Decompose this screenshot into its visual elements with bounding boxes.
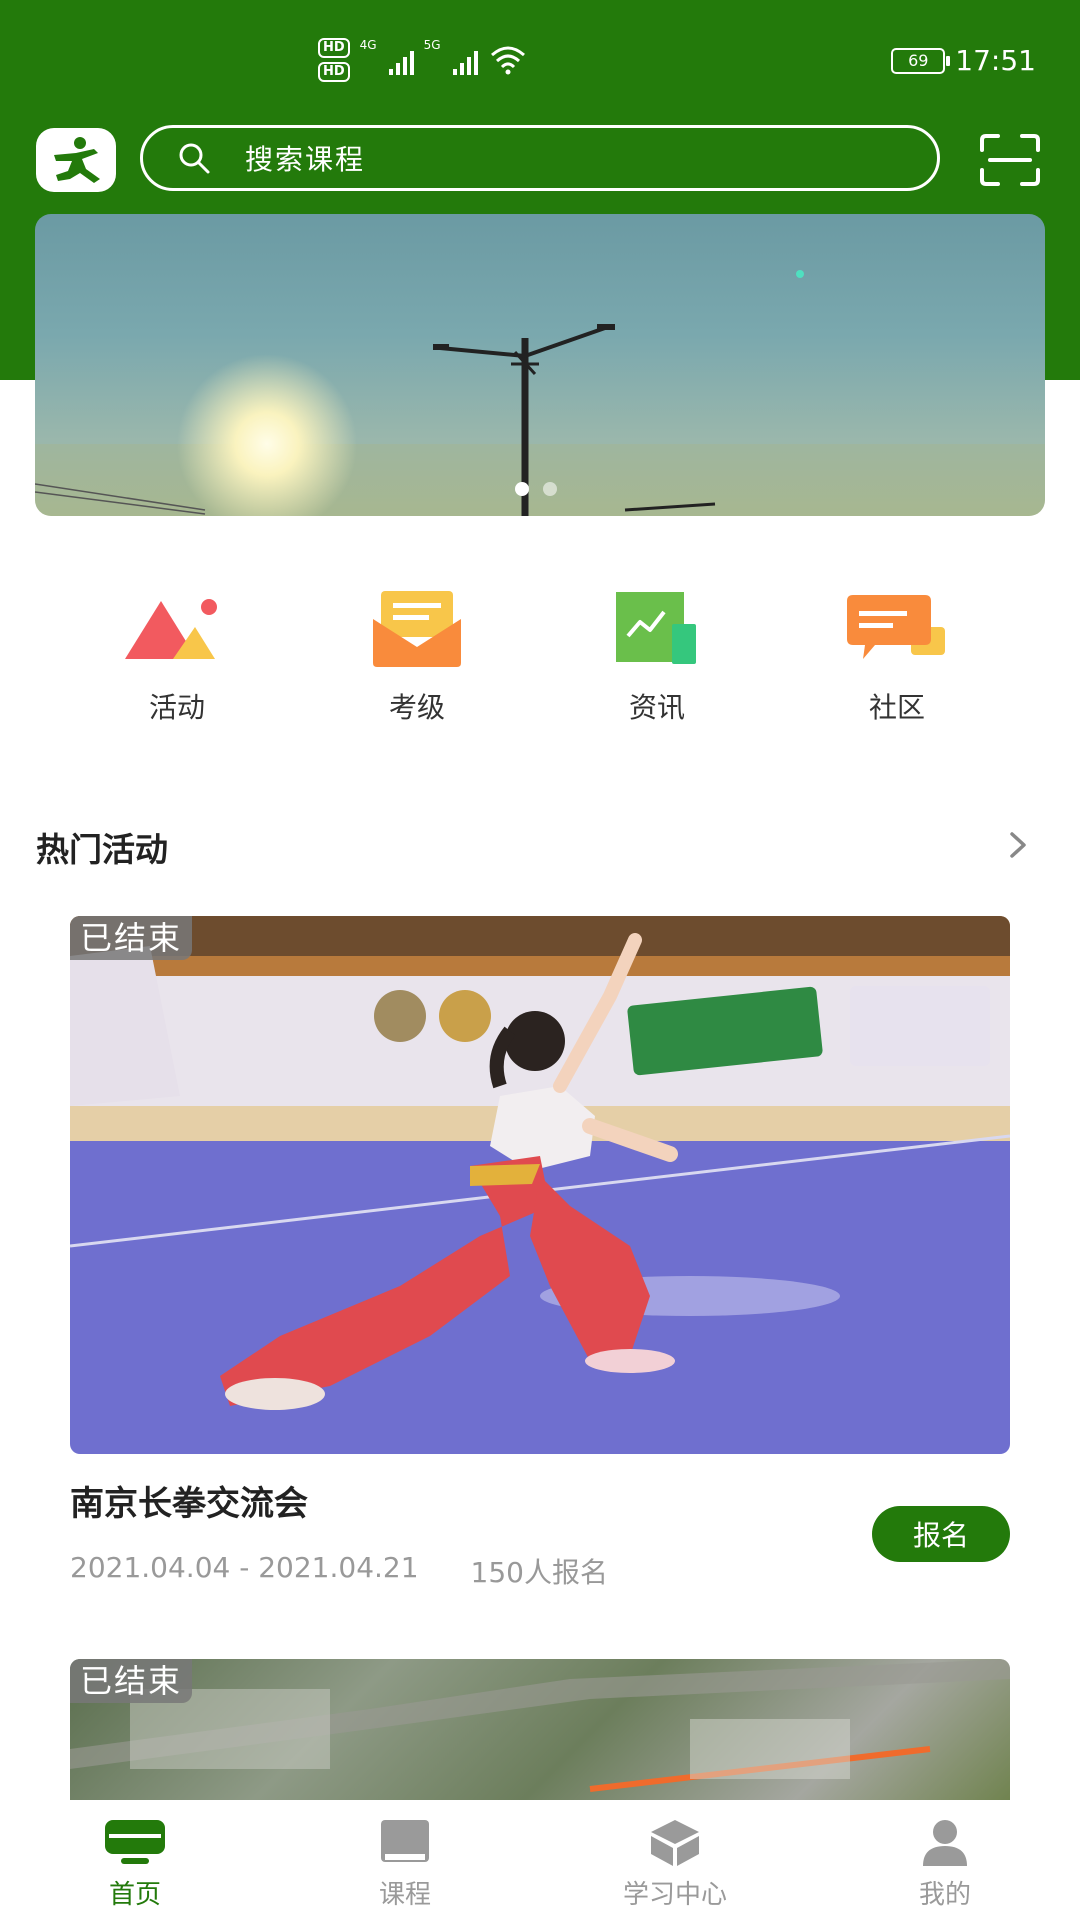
- home-icon: [105, 1820, 165, 1864]
- quick-item-activity[interactable]: 活动: [57, 588, 297, 726]
- martial-arts-photo: [70, 916, 1010, 1454]
- search-bar[interactable]: 搜索课程: [140, 125, 940, 191]
- hd-indicators: HD HD: [318, 38, 350, 82]
- chevron-right-icon: [1010, 832, 1026, 858]
- signal-icon: [452, 45, 478, 75]
- tab-learning-center[interactable]: 学习中心: [540, 1800, 810, 1920]
- carousel-dots: [515, 482, 557, 496]
- search-placeholder: 搜索课程: [245, 143, 366, 176]
- tab-label: 课程: [378, 1880, 431, 1910]
- activity-signup-count: 150人报名: [470, 1556, 608, 1589]
- tab-profile[interactable]: 我的: [810, 1800, 1080, 1920]
- wifi-icon: [490, 46, 525, 75]
- book-icon: [381, 1820, 429, 1862]
- carousel-dot[interactable]: [515, 482, 529, 496]
- status-badge: 已结束: [70, 916, 193, 960]
- battery-level: 69: [908, 50, 929, 70]
- hot-activities-title: 热门活动: [36, 830, 168, 869]
- status-bar: HD HD 4G 5G 69 17:51: [0, 0, 1080, 120]
- clock: 17:51: [955, 44, 1036, 77]
- cube-icon: [651, 1820, 699, 1866]
- envelope-icon: [373, 591, 461, 667]
- chat-bubble-icon: [847, 595, 945, 659]
- quick-item-exam[interactable]: 考级: [297, 588, 537, 726]
- network-indicators: HD HD 4G 5G: [318, 38, 528, 82]
- activity-card[interactable]: 已结束: [70, 1659, 1010, 1801]
- quick-menu: 活动 考级 资讯 社区: [0, 588, 1080, 726]
- activity-date-range: 2021.04.04 - 2021.04.21: [70, 1551, 419, 1584]
- hd1-label: HD: [318, 38, 350, 58]
- activity-image: 已结束: [70, 916, 1010, 1454]
- sim1-label: 4G: [359, 38, 377, 52]
- quick-item-label: 社区: [868, 691, 925, 724]
- tab-courses[interactable]: 课程: [270, 1800, 540, 1920]
- tab-label: 学习中心: [622, 1880, 727, 1910]
- tab-label: 首页: [108, 1880, 161, 1910]
- status-right: 69 17:51: [891, 44, 1036, 77]
- quick-item-community[interactable]: 社区: [777, 588, 1017, 726]
- battery-icon: 69: [891, 47, 951, 74]
- chart-news-icon: [616, 592, 696, 664]
- hd2-label: HD: [318, 62, 350, 82]
- more-button[interactable]: [1006, 828, 1030, 866]
- status-badge: 已结束: [70, 1659, 193, 1703]
- signal-icon: [388, 45, 414, 75]
- mountain-image-icon: [125, 599, 217, 659]
- martial-artist-logo-icon: [54, 137, 100, 183]
- bottom-tab-bar: 首页 课程 学习中心 我的: [0, 1800, 1080, 1920]
- banner-image: [35, 270, 1045, 516]
- activity-meta: 2021.04.04 - 2021.04.21 150人报名: [70, 1551, 1010, 1591]
- quick-item-label: 考级: [388, 691, 445, 724]
- scan-icon: [980, 134, 1040, 186]
- signup-button[interactable]: 报名: [872, 1506, 1010, 1562]
- quick-item-label: 资讯: [628, 691, 685, 724]
- user-icon: [923, 1820, 967, 1866]
- activity-title: 南京长拳交流会: [70, 1484, 308, 1524]
- tab-home[interactable]: 首页: [0, 1800, 270, 1920]
- aerial-city-photo: [70, 1659, 1010, 1792]
- carousel-dot[interactable]: [543, 482, 557, 496]
- app-logo[interactable]: [36, 128, 116, 192]
- quick-item-label: 活动: [148, 691, 205, 724]
- sim2-label: 5G: [423, 38, 441, 52]
- quick-item-news[interactable]: 资讯: [537, 588, 777, 726]
- activity-card[interactable]: 已结束 南京长拳交流会 2021.04.04 - 2021.04.21 150人…: [70, 916, 1010, 1591]
- activity-image: 已结束: [70, 1659, 1010, 1801]
- tab-label: 我的: [918, 1880, 971, 1910]
- scan-button[interactable]: [978, 132, 1042, 188]
- banner-carousel[interactable]: [35, 214, 1045, 516]
- search-icon: [177, 141, 211, 175]
